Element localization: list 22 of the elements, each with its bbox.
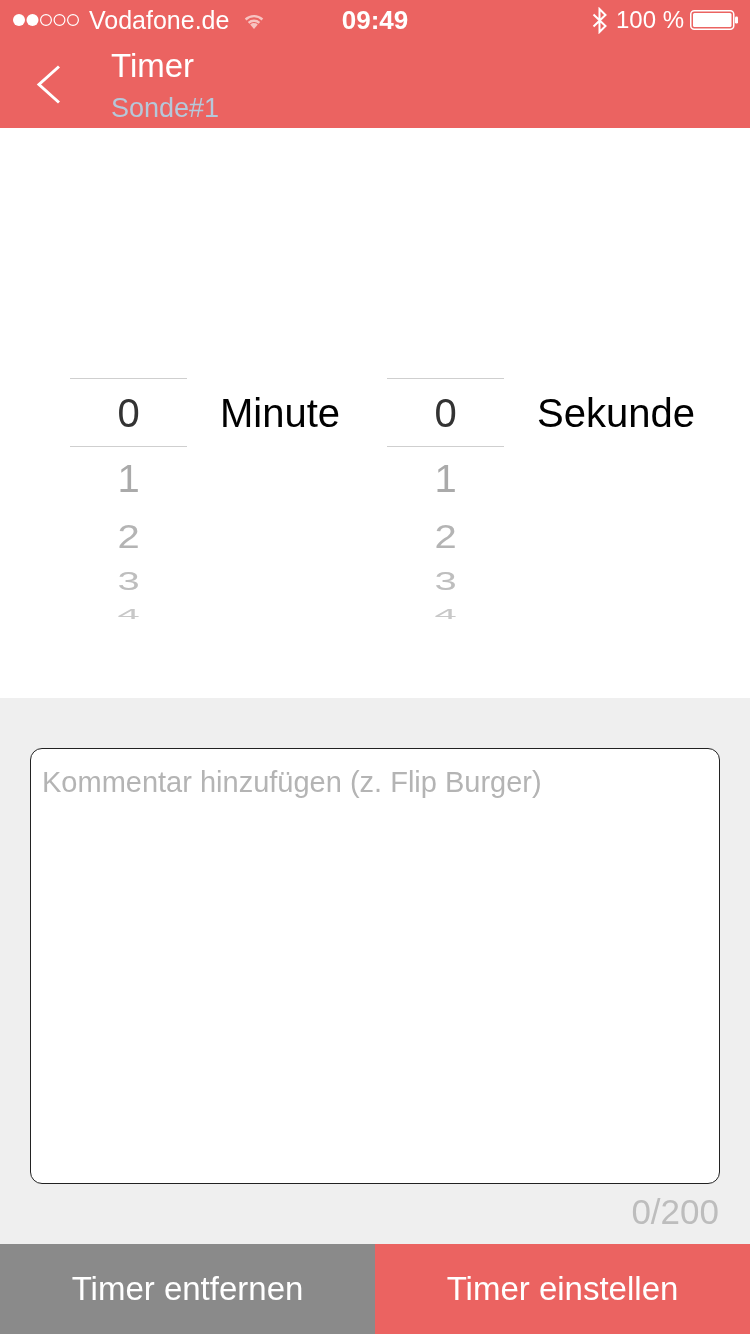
remove-timer-button[interactable]: Timer entfernen xyxy=(0,1244,375,1334)
picker-item[interactable]: 0 xyxy=(117,392,140,433)
signal-strength-icon xyxy=(12,13,80,27)
picker-item[interactable]: 0 xyxy=(434,392,457,433)
picker-item[interactable]: 2 xyxy=(117,519,140,552)
bluetooth-icon xyxy=(591,6,608,34)
battery-icon xyxy=(690,10,738,30)
picker-item[interactable]: 3 xyxy=(434,568,457,593)
back-button[interactable] xyxy=(36,65,61,104)
picker-item[interactable]: 1 xyxy=(117,459,140,498)
screen-title: Timer xyxy=(111,49,195,82)
comment-field[interactable]: Kommentar hinzufügen (z. Flip Burger) xyxy=(30,748,720,1184)
screen-subtitle: Sonde#1 xyxy=(111,95,220,122)
picker-item[interactable]: 2 xyxy=(434,519,457,552)
battery-percentage: 100 % xyxy=(615,8,684,32)
unit-label: Minute xyxy=(220,392,341,433)
picker-item[interactable]: 3 xyxy=(117,568,140,593)
unit-label: Sekunde xyxy=(537,392,695,433)
carrier-name: Vodafone.de xyxy=(89,7,230,33)
clock-time: 09:49 xyxy=(341,5,409,35)
picker-item[interactable]: 1 xyxy=(434,459,457,498)
set-timer-button[interactable]: Timer einstellen xyxy=(375,1244,750,1334)
